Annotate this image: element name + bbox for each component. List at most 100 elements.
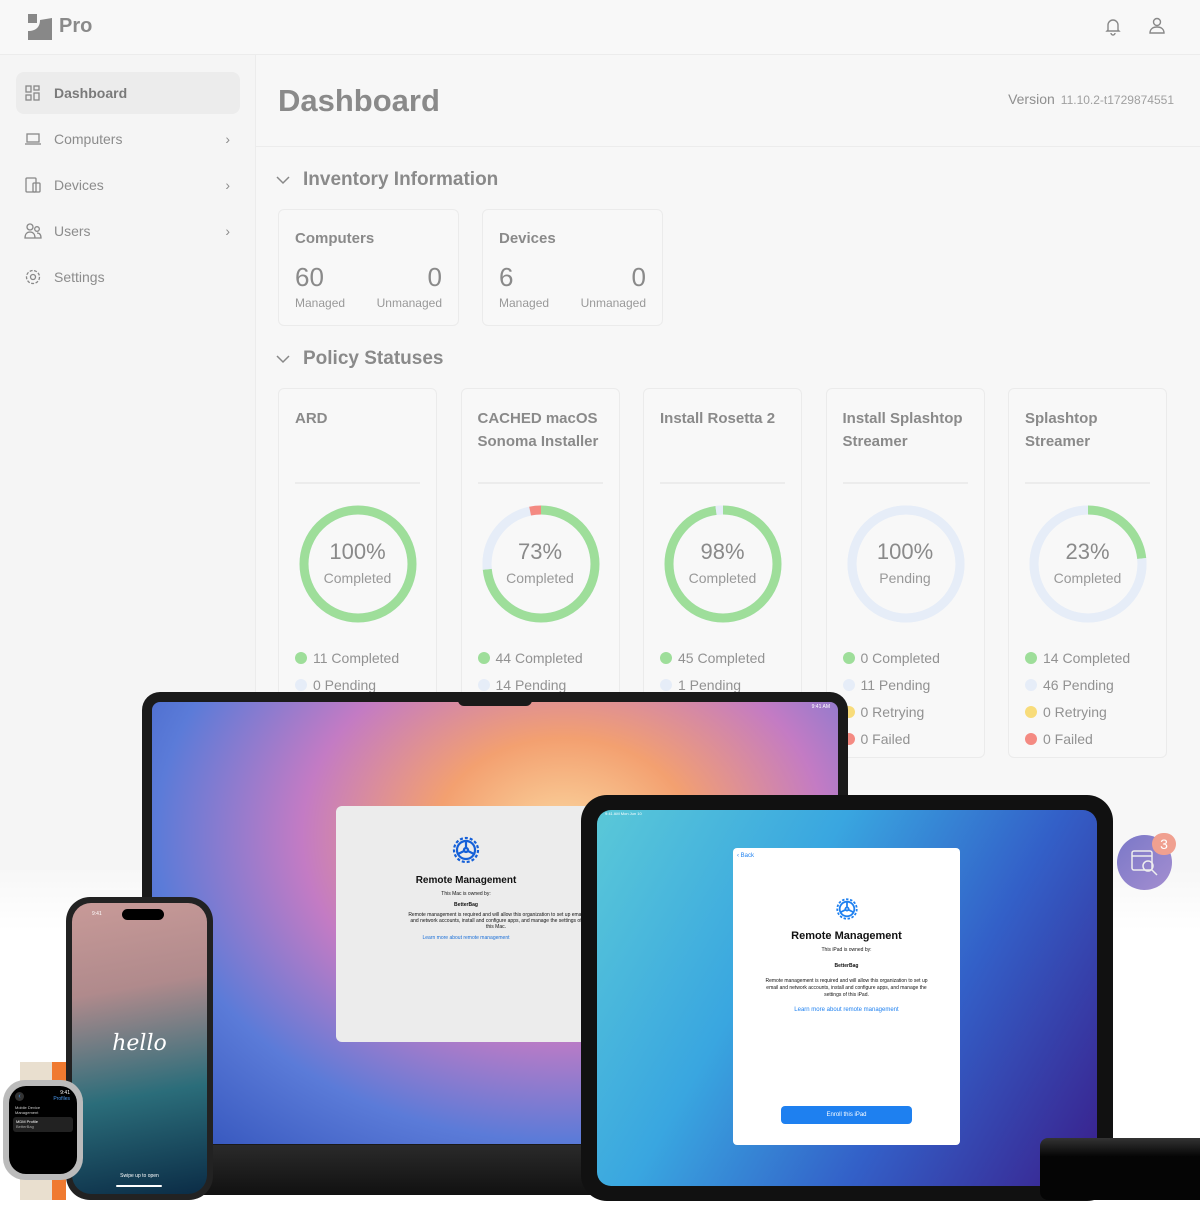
apple-watch-device: ‹ 9:41 Profiles Mobile Device Management… xyxy=(3,1080,83,1180)
legend-item: 0 Retrying xyxy=(842,704,925,720)
inventory-section-toggle[interactable]: Inventory Information xyxy=(276,169,498,191)
percent-state: Completed xyxy=(688,570,757,586)
mac-owned-text: This Mac is owned by: xyxy=(441,891,491,897)
legend-text: 14 Completed xyxy=(1043,650,1131,666)
unmanaged-count: 0 xyxy=(427,262,442,292)
legend-dot xyxy=(477,652,490,664)
inventory-card-devices[interactable]: Devices 6 0 Managed Unmanaged xyxy=(482,209,663,326)
divider xyxy=(842,482,968,484)
legend-dot xyxy=(660,679,672,691)
legend-text: 14 Pending xyxy=(495,677,567,693)
camera-notch xyxy=(458,692,532,706)
iphone-device: 9:41 hello Swipe up to open xyxy=(66,897,213,1200)
mdm-profile-row[interactable]: MDM Profile BetterBag xyxy=(13,1117,73,1132)
ipad-remote-management-dialog: ‹ Back Remote Management This iPad is ow… xyxy=(733,848,960,1145)
chevron-down-icon xyxy=(276,176,290,185)
sidebar-item-label: Devices xyxy=(54,177,104,193)
back-button[interactable]: ‹ Back xyxy=(737,853,754,859)
policy-card[interactable]: Splashtop Streamer 23% Completed 14 Complet… xyxy=(1008,388,1167,758)
legend-dot xyxy=(295,652,307,664)
ipad-body-text: Remote management is required and will a… xyxy=(765,978,928,998)
managed-label: Managed xyxy=(499,296,550,310)
percent-value: 98% xyxy=(700,539,745,564)
legend-dot xyxy=(1025,679,1037,691)
legend-text: 1 Pending xyxy=(678,677,742,693)
bell-icon[interactable] xyxy=(1103,16,1123,36)
legend-text: 0 Retrying xyxy=(860,704,925,720)
chevron-right-icon: › xyxy=(225,131,230,147)
legend-text: 0 Pending xyxy=(313,677,377,693)
enroll-ipad-button[interactable]: Enroll this iPad xyxy=(781,1106,912,1124)
percent-state: Completed xyxy=(506,570,574,586)
iphone-screen: 9:41 hello Swipe up to open xyxy=(72,903,207,1194)
ipad-org-name: BetterBag xyxy=(834,963,859,969)
watch-item-sub: BetterBag xyxy=(16,1124,34,1129)
sidebar-item-users[interactable]: Users › xyxy=(16,210,240,252)
legend-item: 1 Pending xyxy=(660,677,741,693)
dashboard-icon xyxy=(25,85,40,101)
legend-item: 11 Pending xyxy=(842,677,930,693)
legend-dot xyxy=(1025,652,1037,664)
policy-title: Install Rosetta 2 xyxy=(660,410,776,427)
hello-text: hello xyxy=(112,1031,167,1056)
remote-management-gear-icon xyxy=(452,836,480,864)
managed-count: 6 xyxy=(499,262,514,292)
mac-dialog-title: Remote Management xyxy=(415,875,517,886)
legend-text: 46 Pending xyxy=(1043,677,1114,693)
policy-title: CACHED macOS Sonoma Installer xyxy=(477,410,599,450)
unmanaged-label: Unmanaged xyxy=(376,296,442,310)
legend-text: 0 Completed xyxy=(860,650,940,666)
home-indicator[interactable] xyxy=(116,1185,162,1187)
mac-org-name: BetterBag xyxy=(454,902,478,908)
percent-state: Completed xyxy=(1053,570,1122,586)
top-bar: Pro xyxy=(0,0,1200,55)
watch-back-icon[interactable]: ‹ xyxy=(15,1092,24,1101)
sidebar-item-computers[interactable]: Computers › xyxy=(16,118,240,160)
legend-item: 0 Retrying xyxy=(1025,704,1107,720)
unmanaged-count: 0 xyxy=(631,262,646,292)
inventory-card-computers[interactable]: Computers 60 0 Managed Unmanaged xyxy=(278,209,459,326)
section-title: Inventory Information xyxy=(303,169,499,190)
legend-dot xyxy=(842,652,855,664)
policy-card[interactable]: Install Splashtop Streamer 100% Pending 0 C… xyxy=(825,388,985,758)
search-window-icon xyxy=(1131,850,1158,876)
mac-learn-more-link[interactable]: Learn more about remote management xyxy=(336,935,596,941)
version-info: Version 11.10.2-t1729874551 xyxy=(1008,91,1174,107)
ipad-owned-text: This iPad is owned by: xyxy=(821,947,872,953)
managed-count: 60 xyxy=(295,262,324,292)
watch-title: Profiles xyxy=(53,1096,70,1102)
legend-text: 0 Failed xyxy=(860,731,911,747)
page-title: Dashboard xyxy=(278,83,440,118)
sidebar-item-label: Settings xyxy=(54,269,105,285)
mac-body-text: Remote management is required and will a… xyxy=(408,912,584,930)
sidebar-item-devices[interactable]: Devices › xyxy=(16,164,240,206)
sidebar-item-settings[interactable]: Settings xyxy=(16,256,240,298)
chevron-right-icon: › xyxy=(225,223,230,239)
back-label: Back xyxy=(740,853,755,859)
laptop-icon xyxy=(25,133,41,145)
percent-value: 23% xyxy=(1065,539,1110,564)
sidebar-item-label: Computers xyxy=(54,131,123,147)
legend-dot xyxy=(477,679,490,691)
divider xyxy=(477,482,603,484)
brand-name: Pro xyxy=(59,15,93,37)
legend-dot xyxy=(1025,706,1037,718)
version-label: Version xyxy=(1008,91,1055,107)
ipad-learn-more-link[interactable]: Learn more about remote management xyxy=(733,1007,960,1013)
sidebar-item-dashboard[interactable]: Dashboard xyxy=(16,72,240,114)
legend-dot xyxy=(1025,733,1037,745)
legend-item: 46 Pending xyxy=(1025,677,1114,693)
divider xyxy=(256,146,1200,147)
legend-text: 45 Completed xyxy=(678,650,766,666)
legend-item: 0 Failed xyxy=(842,731,911,747)
percent-value: 100% xyxy=(329,539,386,564)
policy-section-toggle[interactable]: Policy Statuses xyxy=(276,348,443,370)
policy-title: ARD xyxy=(295,410,328,427)
devices-icon xyxy=(25,177,41,193)
logo-icon xyxy=(28,14,52,40)
apple-tv-device xyxy=(1040,1138,1200,1200)
legend-item: 14 Completed xyxy=(1025,650,1130,666)
iphone-time: 9:41 xyxy=(92,911,102,917)
user-icon[interactable] xyxy=(1147,16,1167,36)
watch-screen: ‹ 9:41 Profiles Mobile Device Management… xyxy=(9,1086,77,1174)
